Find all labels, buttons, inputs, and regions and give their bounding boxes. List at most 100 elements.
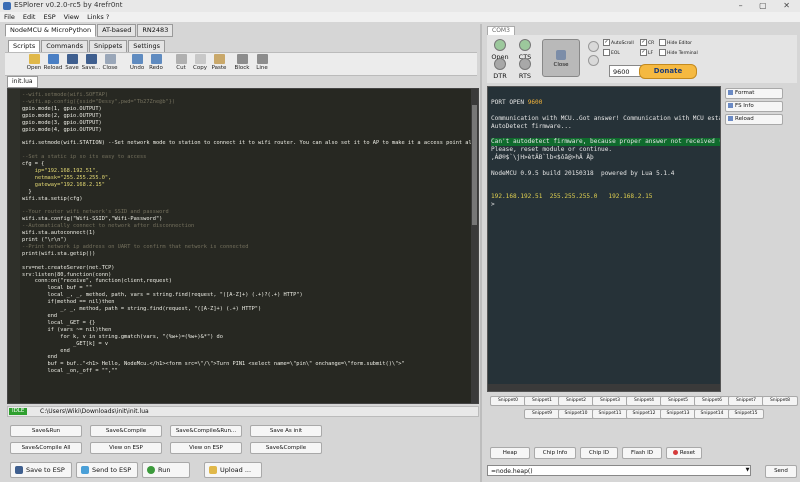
snippet-button[interactable]: Snippet6 xyxy=(694,396,730,406)
tab-nodemcu[interactable]: NodeMCU & MicroPython xyxy=(5,24,97,37)
code-line[interactable]: --Set a static ip so its easy to access xyxy=(22,154,478,161)
code-line[interactable]: srv:listen(80,function(conn) xyxy=(22,272,478,279)
code-line[interactable]: } xyxy=(22,189,478,196)
snippet-button[interactable]: Snippet4 xyxy=(626,396,662,406)
chevron-down-icon[interactable]: ▼ xyxy=(744,466,751,475)
snippet-button[interactable]: Snippet10 xyxy=(558,409,594,419)
snippet-button[interactable]: Snippet12 xyxy=(626,409,662,419)
code-line[interactable]: if(method == nil)then xyxy=(22,299,478,306)
code-line[interactable]: wifi.sta.config("Wifi-SSID","Wifi-Passwo… xyxy=(22,216,478,223)
save-as-init-button[interactable]: Save As init xyxy=(250,425,322,437)
line-button[interactable]: Line xyxy=(249,54,275,71)
editor-scrollbar[interactable] xyxy=(471,89,478,403)
code-line[interactable]: print(wifi.sta.getip()) xyxy=(22,251,478,258)
snippet-button[interactable]: Snippet5 xyxy=(660,396,696,406)
code-line[interactable]: _, _, method, path = string.find(request… xyxy=(22,306,478,313)
flash-id-button[interactable]: Flash ID xyxy=(622,447,662,459)
upload-button[interactable]: Upload ... xyxy=(204,462,262,478)
code-line[interactable]: netmask="255.255.255.0", xyxy=(22,175,478,182)
snippet-button[interactable]: Snippet9 xyxy=(524,409,560,419)
chip-info-button[interactable]: Chip Info xyxy=(534,447,576,459)
code-line[interactable]: local _, _, method, path, vars = string.… xyxy=(22,292,478,299)
reset-button[interactable]: Reset xyxy=(666,447,702,459)
view-on-esp-button-2[interactable]: View on ESP xyxy=(170,442,242,454)
rts-pin[interactable]: RTS xyxy=(514,58,536,80)
tab-rn2483[interactable]: RN2483 xyxy=(137,24,174,37)
snippet-button[interactable]: Snippet8 xyxy=(762,396,798,406)
code-line[interactable]: --wifi.ap.config({ssid="Dessy",pwd="Tb27… xyxy=(22,99,478,106)
menu-edit[interactable]: Edit xyxy=(19,12,40,22)
hide-editor-checkbox[interactable]: Hide Editor xyxy=(659,39,692,47)
snippet-button[interactable]: Snippet11 xyxy=(592,409,628,419)
code-line[interactable]: print ("\r\n") xyxy=(22,237,478,244)
code-line[interactable]: gpio.mode(2, gpio.OUTPUT) xyxy=(22,113,478,120)
code-line[interactable]: end xyxy=(22,313,478,320)
code-line[interactable]: local _GET = {} xyxy=(22,320,478,327)
heap-button[interactable]: Heap xyxy=(490,447,530,459)
split-divider[interactable] xyxy=(480,24,482,482)
code-line[interactable]: wifi.sta.setip(cfg) xyxy=(22,196,478,203)
terminal-hscrollbar[interactable] xyxy=(488,384,720,391)
menu-esp[interactable]: ESP xyxy=(39,12,59,22)
code-text[interactable]: --wifi.setmode(wifi.SOFTAP) --wifi.ap.con… xyxy=(22,92,478,375)
eol-checkbox[interactable]: EOL xyxy=(603,49,620,57)
code-line[interactable]: buf = buf.."<h1> Hello, NodeMcu.</h1><fo… xyxy=(22,361,478,368)
format-button[interactable]: Format xyxy=(725,88,783,99)
snippet-button[interactable]: Snippet7 xyxy=(728,396,764,406)
send-to-esp-button[interactable]: Send to ESP xyxy=(76,462,138,478)
cr-checkbox[interactable]: ✓ CR xyxy=(640,39,654,47)
send-button[interactable]: Send xyxy=(765,465,797,478)
code-line[interactable]: for k, v in string.gmatch(vars, "(%w+)=(… xyxy=(22,334,478,341)
snippet-button[interactable]: Snippet3 xyxy=(592,396,628,406)
menu-view[interactable]: View xyxy=(60,12,83,22)
code-line[interactable]: end xyxy=(22,354,478,361)
menu-file[interactable]: File xyxy=(0,12,19,22)
close-port-button[interactable]: Close xyxy=(542,39,580,77)
code-line[interactable]: local _on,_off = "","" xyxy=(22,368,478,375)
snippet-button[interactable]: Snippet15 xyxy=(728,409,764,419)
save-run-button[interactable]: Save&Run xyxy=(10,425,82,437)
code-line[interactable]: gpio.mode(3, gpio.OUTPUT) xyxy=(22,120,478,127)
code-line[interactable]: if (vars ~= nil)then xyxy=(22,327,478,334)
donate-button[interactable]: Donate xyxy=(639,64,697,79)
code-line[interactable]: gpio.mode(4, gpio.OUTPUT) xyxy=(22,127,478,134)
code-line[interactable]: --Automatically connect to network after… xyxy=(22,223,478,230)
snippet-button[interactable]: Snippet0 xyxy=(490,396,526,406)
run-button[interactable]: Run xyxy=(142,462,190,478)
save-compile-button-2[interactable]: Save&Compile xyxy=(250,442,322,454)
view-on-esp-button[interactable]: View on ESP xyxy=(90,442,162,454)
snippet-button[interactable]: Snippet14 xyxy=(694,409,730,419)
chip-id-button[interactable]: Chip ID xyxy=(580,447,618,459)
save-compile-button[interactable]: Save&Compile xyxy=(90,425,162,437)
autoscroll-checkbox[interactable]: ✓ AutoScroll xyxy=(603,39,634,47)
menu-links[interactable]: Links ? xyxy=(83,12,113,22)
code-line[interactable]: ip="192.168.192.51", xyxy=(22,168,478,175)
save-to-esp-button[interactable]: Save to ESP xyxy=(10,462,72,478)
window-controls[interactable]: – ▢ ✕ xyxy=(739,1,797,10)
code-line[interactable]: local buf = "" xyxy=(22,285,478,292)
command-input[interactable]: =node.heap() xyxy=(487,465,751,476)
save-compile-all-button[interactable]: Save&Compile All xyxy=(10,442,82,454)
code-line[interactable]: end xyxy=(22,348,478,355)
lf-checkbox[interactable]: ✓ LF xyxy=(640,49,653,57)
snippet-button[interactable]: Snippet13 xyxy=(660,409,696,419)
file-tab-init[interactable]: init.lua xyxy=(7,76,38,88)
code-line[interactable] xyxy=(22,133,478,140)
code-line[interactable]: wifi.setmode(wifi.STATION) --Set network… xyxy=(22,140,478,147)
dtr-pin[interactable]: DTR xyxy=(489,58,511,80)
hide-terminal-checkbox[interactable]: Hide Terminal xyxy=(659,49,698,57)
fs-info-button[interactable]: FS Info xyxy=(725,101,783,112)
code-line[interactable]: srv=net.createServer(net.TCP) xyxy=(22,265,478,272)
code-line[interactable]: --wifi.setmode(wifi.SOFTAP) xyxy=(22,92,478,99)
code-line[interactable]: --Print network ip address on UART to co… xyxy=(22,244,478,251)
reload-fs-button[interactable]: Reload xyxy=(725,114,783,125)
snippet-button[interactable]: Snippet1 xyxy=(524,396,560,406)
code-line[interactable]: _GET[k] = v xyxy=(22,341,478,348)
code-line[interactable]: gateway="192.168.2.15" xyxy=(22,182,478,189)
scrollbar-thumb[interactable] xyxy=(472,105,477,225)
refresh-icon[interactable] xyxy=(588,55,599,66)
code-line[interactable]: --Your router wifi network's SSID and pa… xyxy=(22,209,478,216)
save-compile-run-button[interactable]: Save&Compile&Run... xyxy=(170,425,242,437)
code-line[interactable] xyxy=(22,203,478,210)
settings-icon[interactable] xyxy=(588,41,599,52)
